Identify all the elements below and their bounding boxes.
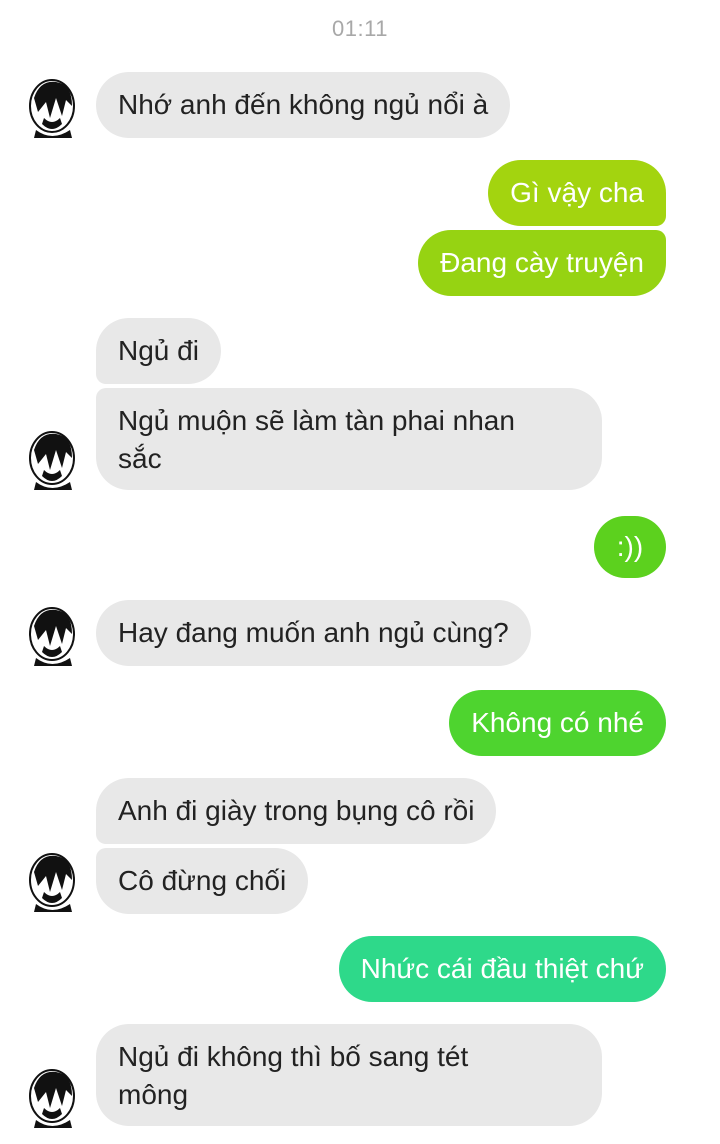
contact-avatar[interactable] <box>26 604 78 668</box>
message-text: Gì vậy cha <box>510 177 644 208</box>
message-timestamp: 01:11 <box>332 16 388 41</box>
message-text: Nhớ anh đến không ngủ nổi à <box>118 89 489 120</box>
manga-character-avatar-icon <box>29 79 75 139</box>
outgoing-message-bubble[interactable]: Gì vậy cha <box>488 160 666 226</box>
message-text: Đang cày truyện <box>440 247 644 278</box>
contact-avatar[interactable] <box>26 1066 78 1130</box>
contact-avatar[interactable] <box>26 76 78 140</box>
incoming-message-bubble[interactable]: Ngủ muộn sẽ làm tàn phai nhan sắc <box>96 388 602 490</box>
manga-character-avatar-icon <box>29 431 75 491</box>
message-text-line: Ngủ đi không thì bố sang tét <box>118 1041 469 1072</box>
manga-character-avatar-icon <box>29 853 75 913</box>
manga-character-avatar-icon <box>29 1069 75 1129</box>
incoming-message-bubble[interactable]: Nhớ anh đến không ngủ nổi à <box>96 72 511 138</box>
message-text: Cô đừng chối <box>118 865 287 896</box>
incoming-message-bubble[interactable]: Ngủ đi không thì bố sang tét mông <box>96 1024 602 1126</box>
contact-avatar[interactable] <box>26 850 78 914</box>
outgoing-message-bubble[interactable]: Không có nhé <box>449 690 666 756</box>
message-text: Không có nhé <box>471 707 644 738</box>
message-text-line: mông <box>118 1079 189 1110</box>
manga-character-avatar-icon <box>29 607 75 667</box>
message-text: Anh đi giày trong bụng cô rồi <box>118 795 475 826</box>
message-text: Hay đang muốn anh ngủ cùng? <box>118 617 509 648</box>
outgoing-message-bubble[interactable]: Đang cày truyện <box>418 230 666 296</box>
contact-avatar[interactable] <box>26 428 78 492</box>
incoming-message-bubble[interactable]: Ngủ đi <box>96 318 221 384</box>
message-text-line: Ngủ muộn sẽ làm tàn phai nhan <box>118 405 515 436</box>
outgoing-message-bubble[interactable]: :)) <box>594 516 666 578</box>
outgoing-message-bubble[interactable]: Nhức cái đầu thiệt chứ <box>338 936 666 1002</box>
incoming-message-bubble[interactable]: Hay đang muốn anh ngủ cùng? <box>96 600 531 666</box>
incoming-message-bubble[interactable]: Cô đừng chối <box>96 848 309 914</box>
message-text: :)) <box>616 531 644 562</box>
message-text-line: sắc <box>118 443 162 474</box>
message-text: Nhức cái đầu thiệt chứ <box>360 953 644 984</box>
incoming-message-bubble[interactable]: Anh đi giày trong bụng cô rồi <box>96 778 497 844</box>
message-text: Ngủ đi <box>118 335 199 366</box>
